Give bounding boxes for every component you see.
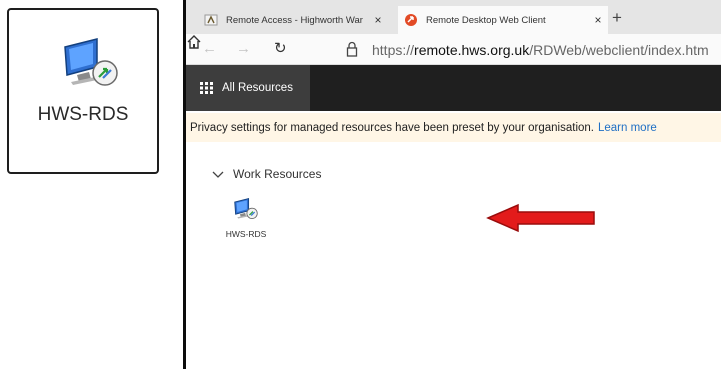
tab-close-button[interactable]: × — [588, 13, 608, 27]
tab-remote-desktop-web-client[interactable]: Remote Desktop Web Client × — [398, 6, 608, 34]
tab-remote-access[interactable]: Remote Access - Highworth War × — [198, 6, 388, 34]
red-arrow-annotation — [486, 203, 595, 233]
highworth-favicon-icon — [204, 14, 218, 26]
new-tab-button[interactable]: + — [612, 8, 622, 28]
home-icon[interactable] — [186, 34, 202, 50]
remote-desktop-icon — [234, 198, 258, 219]
group-label: Work Resources — [233, 167, 322, 181]
address-bar: ← → ↻ https://remote.hws.org.uk/RDWeb/we… — [186, 34, 721, 65]
chevron-down-icon — [212, 171, 224, 178]
back-button[interactable]: ← — [202, 39, 217, 59]
refresh-button[interactable]: ↻ — [274, 39, 287, 59]
resource-tile-hws-rds[interactable]: HWS-RDS — [222, 197, 270, 239]
all-resources-tab[interactable]: All Resources — [186, 65, 310, 111]
forward-button[interactable]: → — [236, 39, 251, 59]
url-path: /RDWeb/webclient/index.htm — [529, 42, 709, 58]
browser-window: Remote Access - Highworth War × Remote D… — [186, 0, 721, 369]
zoomed-app-card: HWS-RDS — [7, 8, 159, 174]
privacy-banner: Privacy settings for managed resources h… — [186, 113, 721, 142]
lock-icon[interactable] — [346, 41, 358, 57]
grid-icon — [200, 82, 213, 94]
tab-title: Remote Access - Highworth War — [226, 14, 363, 26]
tab-title: Remote Desktop Web Client — [426, 14, 546, 26]
app-label: HWS-RDS — [37, 104, 129, 125]
tile-label: HWS-RDS — [225, 229, 267, 239]
remote-desktop-icon — [64, 38, 118, 86]
tab-strip: Remote Access - Highworth War × Remote D… — [186, 0, 721, 34]
work-resources-group[interactable]: Work Resources — [212, 167, 321, 181]
url-input[interactable]: https://remote.hws.org.uk/RDWeb/webclien… — [372, 42, 709, 58]
url-scheme: https:// — [372, 42, 415, 58]
tab-close-button[interactable]: × — [368, 13, 388, 27]
app-bar: All Resources — [186, 65, 721, 111]
learn-more-link[interactable]: Learn more — [598, 122, 657, 134]
all-resources-label: All Resources — [222, 82, 293, 94]
url-host: remote.hws.org.uk — [414, 42, 530, 58]
rd-favicon-icon — [405, 14, 417, 26]
banner-message: Privacy settings for managed resources h… — [190, 121, 594, 134]
